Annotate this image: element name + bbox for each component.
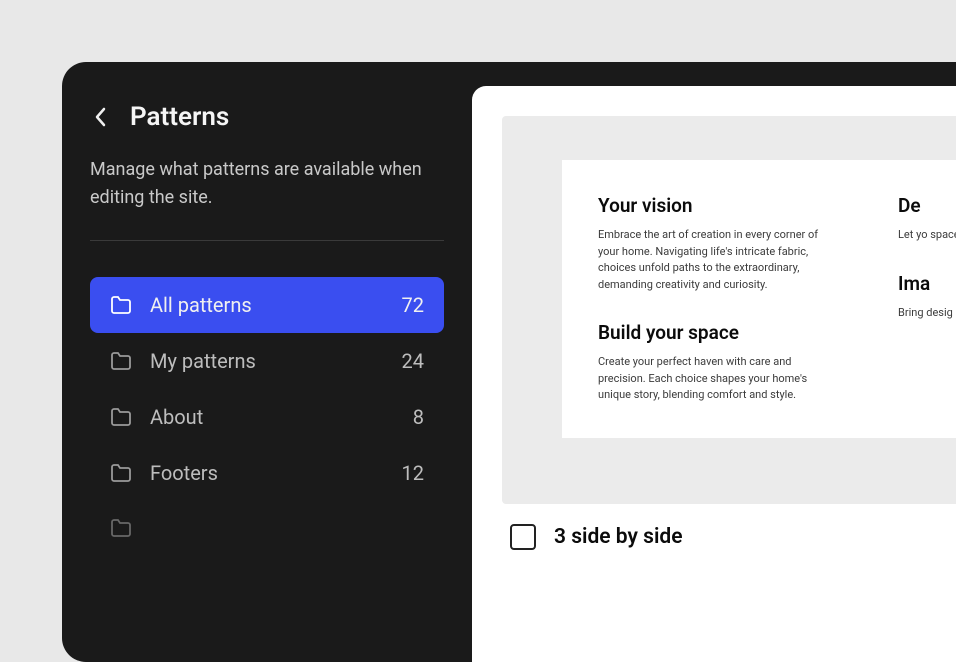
nav-item-count: 24 xyxy=(402,349,424,373)
preview-block-title: De xyxy=(898,194,956,217)
pattern-category-list: All patterns 72 My patterns 24 About 8 xyxy=(90,277,444,555)
sidebar-title: Patterns xyxy=(130,102,229,132)
pattern-name-label: 3 side by side xyxy=(554,525,683,549)
nav-item-partial[interactable] xyxy=(90,501,444,555)
pattern-checkbox[interactable] xyxy=(510,524,536,550)
sidebar: Patterns Manage what patterns are availa… xyxy=(62,62,472,662)
folder-icon xyxy=(110,462,132,484)
nav-item-all-patterns[interactable]: All patterns 72 xyxy=(90,277,444,333)
nav-item-label: My patterns xyxy=(150,349,384,373)
folder-icon xyxy=(110,517,132,539)
sidebar-header: Patterns xyxy=(90,102,444,132)
folder-icon xyxy=(110,294,132,316)
pattern-preview-content: Your vision Embrace the art of creation … xyxy=(562,160,956,438)
main-panel: Your vision Embrace the art of creation … xyxy=(472,86,956,662)
preview-block-body: Create your perfect haven with care and … xyxy=(598,354,838,404)
preview-column: De Let yo space home Ima Bring desig ref… xyxy=(898,194,956,404)
divider xyxy=(90,240,444,241)
preview-block: Ima Bring desig reflec xyxy=(898,272,956,322)
folder-icon xyxy=(110,350,132,372)
nav-item-count: 12 xyxy=(402,461,424,485)
preview-block-title: Build your space xyxy=(598,321,838,344)
preview-block-title: Your vision xyxy=(598,194,838,217)
nav-item-my-patterns[interactable]: My patterns 24 xyxy=(90,333,444,389)
folder-icon xyxy=(110,406,132,428)
preview-block: Your vision Embrace the art of creation … xyxy=(598,194,838,293)
nav-item-label: All patterns xyxy=(150,293,384,317)
nav-item-count: 8 xyxy=(413,405,424,429)
back-icon[interactable] xyxy=(90,107,110,127)
nav-item-count: 72 xyxy=(402,293,424,317)
app-window: Patterns Manage what patterns are availa… xyxy=(62,62,956,662)
preview-block-body: Bring desig reflec xyxy=(898,305,956,322)
sidebar-subtitle: Manage what patterns are available when … xyxy=(90,156,444,212)
nav-item-label: Footers xyxy=(150,461,384,485)
nav-item-about[interactable]: About 8 xyxy=(90,389,444,445)
preview-block-body: Let yo space home xyxy=(898,227,956,244)
nav-item-label: About xyxy=(150,405,395,429)
preview-column: Your vision Embrace the art of creation … xyxy=(598,194,838,404)
preview-block: Build your space Create your perfect hav… xyxy=(598,321,838,404)
pattern-preview[interactable]: Your vision Embrace the art of creation … xyxy=(502,116,956,504)
preview-block: De Let yo space home xyxy=(898,194,956,244)
pattern-item-row: 3 side by side xyxy=(502,504,956,550)
preview-block-title: Ima xyxy=(898,272,956,295)
nav-item-footers[interactable]: Footers 12 xyxy=(90,445,444,501)
preview-block-body: Embrace the art of creation in every cor… xyxy=(598,227,838,293)
